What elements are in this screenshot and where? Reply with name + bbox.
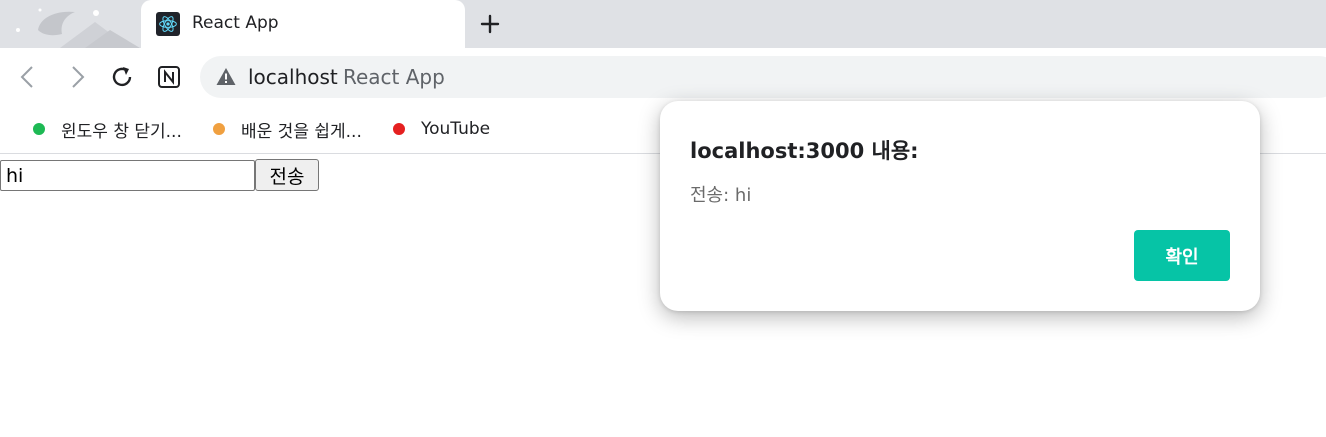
back-button[interactable] bbox=[13, 62, 43, 92]
forward-button[interactable] bbox=[62, 62, 92, 92]
forward-arrow-icon bbox=[72, 66, 85, 88]
bookmark-item[interactable]: YouTube bbox=[393, 118, 490, 140]
alert-dialog: localhost:3000 내용: 전송: hi 확인 bbox=[660, 101, 1260, 311]
tab-title: React App bbox=[192, 13, 279, 33]
react-logo-icon bbox=[156, 12, 180, 36]
theme-decoration bbox=[0, 0, 140, 48]
tab-strip: React App bbox=[0, 0, 1326, 48]
notion-extension-button[interactable] bbox=[154, 62, 184, 92]
bookmark-label: 배운 것을 쉽게... bbox=[241, 121, 362, 142]
bookmark-dot-icon bbox=[213, 123, 225, 135]
message-input[interactable] bbox=[0, 160, 255, 191]
bookmark-label: YouTube bbox=[421, 119, 491, 139]
reload-icon bbox=[112, 67, 132, 87]
notion-icon bbox=[158, 66, 180, 88]
send-button[interactable]: 전송 bbox=[255, 159, 319, 191]
url-host: localhost bbox=[248, 65, 338, 89]
plus-icon bbox=[480, 14, 500, 34]
new-tab-button[interactable] bbox=[476, 10, 504, 38]
toolbar: localhost React App bbox=[0, 48, 1326, 106]
warning-icon[interactable] bbox=[216, 67, 236, 87]
tab-react-app[interactable]: React App bbox=[141, 0, 465, 48]
dialog-title: localhost:3000 내용: bbox=[690, 139, 919, 163]
address-bar[interactable]: localhost React App bbox=[200, 56, 1326, 98]
bookmark-dot-icon bbox=[33, 123, 45, 135]
bookmark-item[interactable]: 배운 것을 쉽게... bbox=[213, 118, 362, 142]
reload-button[interactable] bbox=[107, 62, 137, 92]
bookmark-label: 윈도우 창 닫기... bbox=[61, 121, 182, 142]
bookmark-dot-icon bbox=[393, 123, 405, 135]
back-arrow-icon bbox=[20, 66, 33, 88]
url-page-title: React App bbox=[343, 65, 445, 89]
ok-button[interactable]: 확인 bbox=[1134, 230, 1230, 281]
dialog-message: 전송: hi bbox=[690, 185, 752, 206]
bookmark-item[interactable]: 윈도우 창 닫기... bbox=[33, 118, 182, 142]
